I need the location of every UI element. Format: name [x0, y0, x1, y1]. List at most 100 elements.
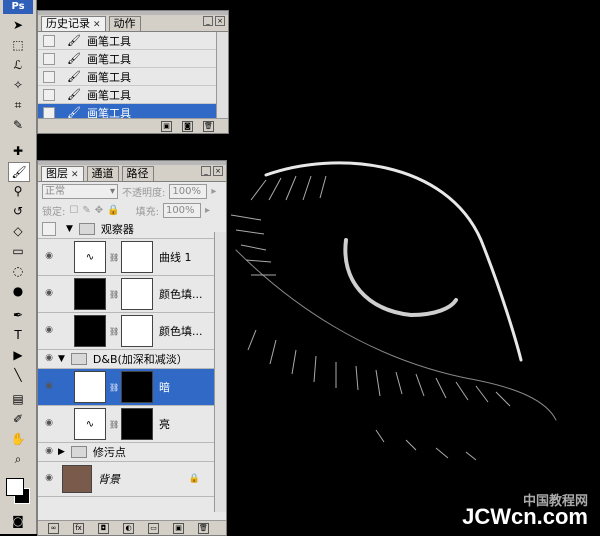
tab-actions[interactable]: 动作: [108, 16, 141, 31]
marquee-tool-icon[interactable]: ⬚: [8, 36, 28, 54]
layer-mask-thumbnail[interactable]: [121, 278, 153, 310]
lock-position-icon[interactable]: ✥: [95, 205, 103, 216]
eraser-tool-icon[interactable]: ◇: [8, 222, 28, 240]
expand-arrow-icon[interactable]: ▼: [58, 354, 65, 364]
brush-tool-icon[interactable]: 🖌: [8, 162, 30, 182]
minimize-icon[interactable]: _: [203, 16, 213, 26]
history-item[interactable]: 🖌 画笔工具: [38, 86, 228, 104]
hand-tool-icon[interactable]: ✋: [8, 430, 28, 448]
close-icon[interactable]: ×: [213, 166, 223, 176]
fill-input[interactable]: 100%: [162, 203, 201, 218]
opacity-input[interactable]: 100%: [169, 184, 208, 199]
snapshot-checkbox[interactable]: [43, 70, 55, 83]
snapshot-checkbox[interactable]: [43, 106, 55, 119]
document-canvas[interactable]: [226, 0, 600, 534]
minimize-icon[interactable]: _: [201, 166, 211, 176]
dropdown-arrow-icon[interactable]: ▸: [205, 205, 210, 216]
snapshot-checkbox[interactable]: [43, 88, 55, 101]
layer-group[interactable]: ◉ ▶ 修污点: [38, 443, 226, 462]
new-document-icon[interactable]: ▣: [161, 120, 172, 132]
close-icon[interactable]: ×: [215, 16, 225, 26]
blur-tool-icon[interactable]: ◌: [8, 262, 28, 280]
history-brush-tool-icon[interactable]: ↺: [8, 202, 28, 220]
eye-icon[interactable]: ◉: [42, 446, 56, 458]
chain-link-icon[interactable]: ⛓: [109, 253, 119, 262]
clone-stamp-tool-icon[interactable]: ⚲: [8, 182, 28, 200]
crop-tool-icon[interactable]: ⌗: [8, 96, 28, 114]
chain-link-icon[interactable]: ⛓: [109, 327, 119, 336]
expand-arrow-icon[interactable]: ▼: [66, 224, 73, 234]
layer-row[interactable]: ◉ ⛓ 颜色填...: [38, 313, 226, 350]
trash-icon[interactable]: 🗑: [203, 120, 214, 132]
chain-link-icon[interactable]: ⛓: [109, 290, 119, 299]
new-snapshot-icon[interactable]: ◙: [182, 120, 193, 132]
type-tool-icon[interactable]: T: [8, 326, 28, 344]
eyedropper-tool-icon[interactable]: ✐: [8, 410, 28, 428]
layer-mask-thumbnail[interactable]: [121, 371, 153, 403]
folder-icon: [70, 353, 87, 365]
trash-icon[interactable]: 🗑: [198, 522, 209, 534]
color-fill-thumbnail: [74, 315, 106, 347]
lock-transparency-icon[interactable]: ☐: [69, 205, 78, 216]
lock-all-icon[interactable]: 🔒: [107, 205, 119, 216]
chain-link-icon[interactable]: ⛓: [109, 420, 119, 429]
tab-history[interactable]: 历史记录 ✕: [41, 16, 106, 31]
layer-group[interactable]: ◉ ▼ D&B(加深和减淡）: [38, 350, 226, 369]
eye-icon[interactable]: ◉: [42, 251, 56, 263]
lasso-tool-icon[interactable]: ℒ: [8, 56, 28, 74]
layer-style-icon[interactable]: fx: [73, 522, 84, 534]
slice-tool-icon[interactable]: ✎: [8, 116, 28, 134]
quick-mask-icon[interactable]: ◙: [8, 512, 28, 530]
layer-row[interactable]: ◉ ∿ ⛓ 曲线 1: [38, 239, 226, 276]
eye-icon[interactable]: ◉: [42, 473, 56, 485]
tab-layers[interactable]: 图层 ✕: [41, 166, 84, 181]
history-item[interactable]: 🖌 画笔工具: [38, 68, 228, 86]
eye-icon[interactable]: ◉: [42, 418, 56, 430]
snapshot-checkbox[interactable]: [43, 34, 55, 47]
eye-icon[interactable]: ◉: [42, 288, 56, 300]
layer-row-selected[interactable]: ◉ ∿ ⛓ 暗: [38, 369, 226, 406]
add-mask-icon[interactable]: ◘: [98, 522, 109, 534]
dropdown-arrow-icon[interactable]: ▸: [211, 186, 216, 197]
dodge-tool-icon[interactable]: ●: [8, 282, 28, 300]
gradient-tool-icon[interactable]: ▭: [8, 242, 28, 260]
link-layers-icon[interactable]: ∞: [48, 522, 59, 534]
move-tool-icon[interactable]: ➤: [8, 16, 28, 34]
visibility-toggle[interactable]: [42, 222, 56, 236]
new-layer-icon[interactable]: ▣: [173, 522, 184, 534]
magic-wand-tool-icon[interactable]: ✧: [8, 76, 28, 94]
photoshop-logo[interactable]: Ps: [3, 0, 33, 14]
layers-scrollbar[interactable]: [214, 232, 226, 512]
notes-tool-icon[interactable]: ▤: [8, 390, 28, 408]
collapse-arrow-icon[interactable]: ▶: [58, 447, 65, 457]
lock-pixels-icon[interactable]: ✎: [82, 205, 90, 216]
tab-paths[interactable]: 路径: [121, 166, 154, 181]
eye-icon[interactable]: ◉: [42, 381, 56, 393]
layer-mask-thumbnail[interactable]: [121, 241, 153, 273]
layer-row[interactable]: ◉ 背景 🔒: [38, 462, 226, 497]
layer-group[interactable]: ▼ 观察器: [38, 220, 226, 239]
chain-link-icon[interactable]: ⛓: [109, 383, 119, 392]
tab-channels[interactable]: 通道: [86, 166, 119, 181]
new-group-icon[interactable]: ▭: [148, 522, 159, 534]
zoom-tool-icon[interactable]: ⌕: [8, 450, 28, 468]
healing-brush-tool-icon[interactable]: ✚: [8, 142, 28, 160]
history-item[interactable]: 🖌 画笔工具: [38, 50, 228, 68]
adjustment-layer-icon[interactable]: ◐: [123, 522, 134, 534]
line-tool-icon[interactable]: ╲: [8, 366, 28, 384]
blend-mode-select[interactable]: 正常: [42, 184, 118, 199]
close-icon[interactable]: ✕: [71, 170, 79, 180]
history-item[interactable]: 🖌 画笔工具: [38, 32, 228, 50]
layer-row[interactable]: ◉ ∿ ⛓ 亮: [38, 406, 226, 443]
layer-mask-thumbnail[interactable]: [121, 408, 153, 440]
foreground-color-swatch[interactable]: [6, 478, 24, 496]
layer-mask-thumbnail[interactable]: [121, 315, 153, 347]
close-icon[interactable]: ✕: [93, 20, 101, 30]
pen-tool-icon[interactable]: ✒: [8, 306, 28, 324]
snapshot-checkbox[interactable]: [43, 52, 55, 65]
path-selection-tool-icon[interactable]: ▶: [8, 346, 28, 364]
eye-icon[interactable]: ◉: [42, 325, 56, 337]
curves-adjustment-icon: ∿: [74, 241, 106, 273]
layer-row[interactable]: ◉ ⛓ 颜色填...: [38, 276, 226, 313]
eye-icon[interactable]: ◉: [42, 353, 56, 365]
